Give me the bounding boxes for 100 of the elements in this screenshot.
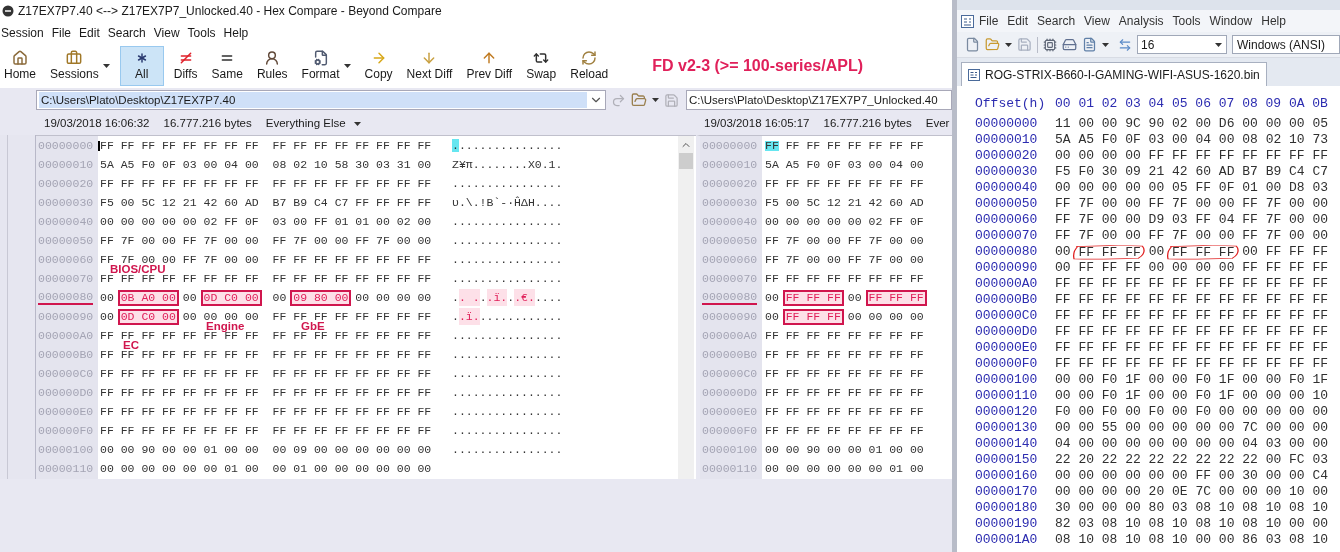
column-header: 0B [1312,95,1329,114]
toolbar-button[interactable]: Next Diff [402,46,457,86]
hex-bytes: 00 00 00 00 00 00 01 00 [100,463,259,474]
ascii-text: . [452,308,459,325]
menu-item[interactable]: Search [103,24,150,42]
new-file-icon[interactable] [965,37,980,52]
offset-label: 000000E0 [702,403,758,420]
menu-item[interactable]: Analysis [1114,12,1168,30]
format-dropdown[interactable]: Everything Else [265,114,361,133]
toolbar-button[interactable]: Same [207,46,247,86]
scroll-thumb[interactable] [679,153,693,169]
annotation-label: BIOS/CPU [110,264,166,274]
diff-ascii: .ï. [458,307,480,326]
toolbar-button[interactable]: Prev Diff [462,46,517,86]
diff-ascii: .ï. [486,288,508,307]
folder-icon[interactable] [631,92,647,108]
offset-label: 00000020 [975,147,1039,166]
hex-bytes: FF FF FF FF FF FF FF FF [272,178,432,189]
folder-icon[interactable] [985,37,1000,52]
hex-bytes: FF 7F 00 00 FF 7F 00 00 [765,254,924,265]
hex-bytes: FF FF FF FF FF FF FF FF [272,368,432,379]
hex-bytes: FF 7F 00 00 FF 7F 00 00 FF 7F 00 00 [1055,227,1329,246]
hex-bytes: FF FF FF FF FF FF FF FF FF FF FF FF [1055,339,1329,358]
menu-item[interactable]: View [1080,12,1114,30]
document-icon[interactable] [1082,37,1097,52]
offset-label: 000000E0 [38,403,94,420]
hex-bytes: FF FF FF FF FF FF FF FF FF FF FF FF [1055,291,1329,310]
path-field[interactable]: C:\Users\Plato\Desktop\Z17EX7P7_Unlocked.40 [686,90,952,110]
menu-item[interactable]: Help [219,24,253,42]
bytes-per-row-field[interactable]: 16 [1137,35,1227,54]
hex-bytes: 08 02 10 58 30 03 31 00 [272,159,432,170]
hex-bytes: F5 00 5C 12 21 42 60 AD [100,197,259,208]
offset-label: 000000B0 [975,291,1039,310]
offset-label: 00000160 [975,467,1039,486]
ascii-text: ................ [452,270,563,287]
drive-icon[interactable] [1062,37,1077,52]
toolbar-button[interactable]: Format [297,46,355,86]
toolbar-button[interactable]: Diffs [169,46,202,86]
menu-item[interactable]: Search [1033,12,1080,30]
diff-bytes: 0D C0 00 [200,289,262,306]
hex-bytes: FF FF FF FF FF FF FF FF [100,425,259,436]
file-date: 19/03/2018 16:06:32 [44,115,150,131]
chip-icon[interactable] [1043,37,1057,52]
reload-icon [581,50,598,66]
hex-bytes: 00 [272,292,287,303]
offset-label: 000000C0 [702,365,758,382]
hex-bytes: 03 00 FF 01 01 00 02 00 [272,216,432,227]
offset-label: 00000020 [702,175,758,192]
hex-bytes: FF FF FF FF FF FF FF FF [100,387,259,398]
menu-item[interactable]: Edit [1003,12,1033,30]
menu-item[interactable]: Edit [75,24,104,42]
diff-bytes: 0D C0 00 [117,308,179,325]
redo-arrow-icon[interactable] [611,92,626,108]
ascii-text: ................ [452,365,563,382]
hex-bytes: 00 01 00 00 00 00 00 00 [272,463,432,474]
save-icon[interactable] [1017,37,1032,52]
menu-item[interactable]: Tools [1168,12,1205,30]
column-header: 04 [1148,95,1166,114]
toolbar-button[interactable]: All [119,46,164,86]
path-field[interactable]: C:\Users\Plato\Desktop\Z17EX7P7.40 [36,90,606,110]
hex-bytes: 00 00 00 00 [355,292,432,303]
menu-item[interactable]: Help [1257,12,1290,30]
hex-bytes: 00 00 00 00 20 0E 7C 00 00 00 10 00 [1055,483,1329,502]
toolbar-button[interactable]: Home [0,46,40,86]
menu-item[interactable]: File [47,24,76,42]
menu-item[interactable]: Window [1205,12,1257,30]
caret-icon [1102,42,1109,47]
hex-bytes: FF FF FF FF FF FF FF FF [100,273,259,284]
ascii-text: ................ [452,346,563,363]
toolbar-button[interactable]: Copy [360,46,397,86]
hex-bytes: 00 00 90 00 00 01 00 00 [100,444,259,455]
encoding-select[interactable]: Windows (ANSI) [1232,35,1340,54]
save-icon[interactable] [664,92,679,108]
menu-item[interactable]: Session [0,24,48,42]
offset-label: 00000150 [975,451,1039,470]
file-tab[interactable]: ROG-STRIX-B660-I-GAMING-WIFI-ASUS-1620.bin [961,62,1267,86]
scrollbar[interactable] [678,136,694,479]
house-icon [12,50,28,66]
offset-label: 00000080 [38,290,94,305]
diff-bytes: FF FF FF [865,289,927,306]
hex-bytes: 00 00 00 00 00 05 FF 0F 01 00 D8 03 [1055,179,1329,198]
column-header: 0A [1288,95,1306,114]
toolbar-button[interactable]: Sessions [46,46,114,86]
menu-item[interactable]: View [149,24,184,42]
hex-bytes: 00 00 00 00 [182,311,259,322]
offset-label: 00000060 [702,251,758,268]
toolbar-button[interactable]: Rules [252,46,292,86]
hex-bytes: 82 03 08 10 08 10 08 10 08 10 00 00 [1055,515,1329,534]
menu-item[interactable]: Tools [183,24,220,42]
hex-bytes: 00 FF FF FF [1242,243,1329,262]
hex-bytes: 00 00 F0 1F 00 00 F0 1F 00 00 F0 1F [1055,371,1329,390]
offset-label: 000000D0 [702,384,758,401]
toolbar-button[interactable]: Reload [566,46,613,86]
column-header: 08 [1242,95,1259,114]
menu-item[interactable]: File [975,12,1003,30]
toolbar-button[interactable]: Swap [522,46,561,86]
hex-bytes: 00 [100,292,114,303]
hex-bytes: FF FF FF FF FF FF FF FF [765,368,924,379]
hex-bytes: 00 [765,292,779,303]
hex-bytes: 00 [1055,243,1071,262]
